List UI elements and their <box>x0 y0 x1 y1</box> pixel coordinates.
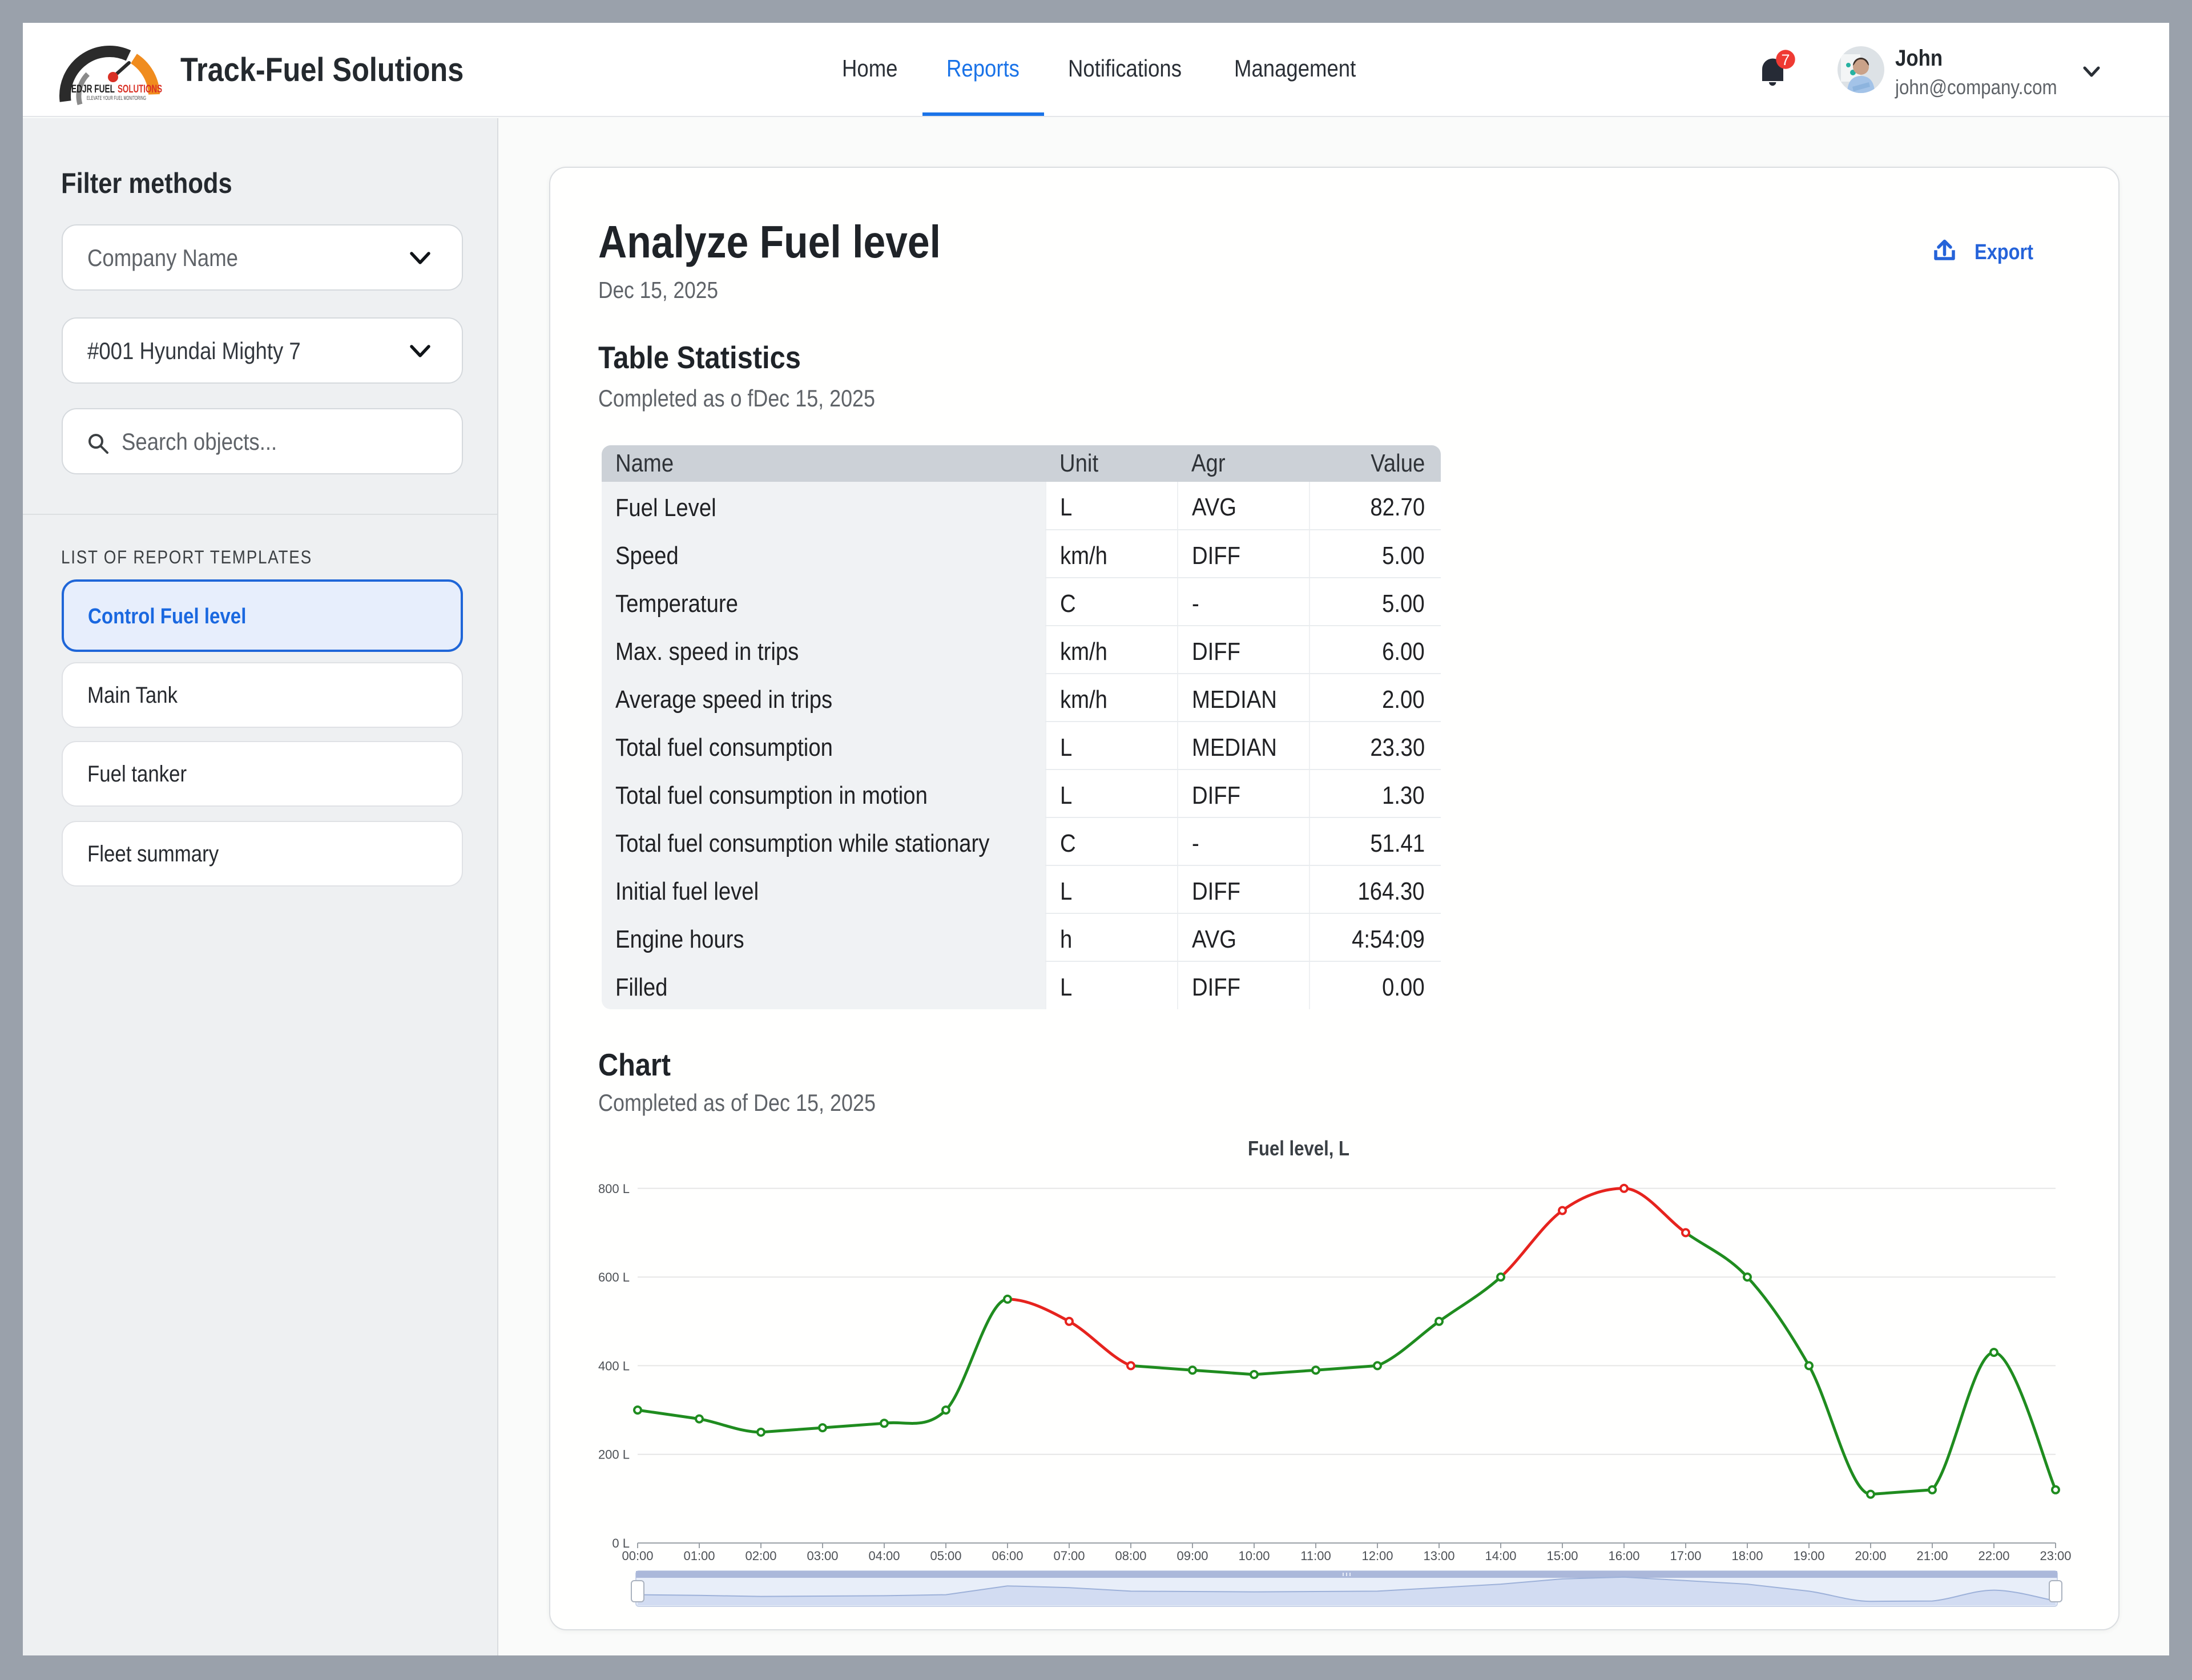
svg-text:SOLUTIONS: SOLUTIONS <box>118 83 162 95</box>
svg-text:ELEVATE YOUR FUEL MONITORING: ELEVATE YOUR FUEL MONITORING <box>87 95 146 102</box>
svg-text:EDJR FUEL: EDJR FUEL <box>71 83 115 95</box>
svg-text:7: 7 <box>1781 51 1790 69</box>
